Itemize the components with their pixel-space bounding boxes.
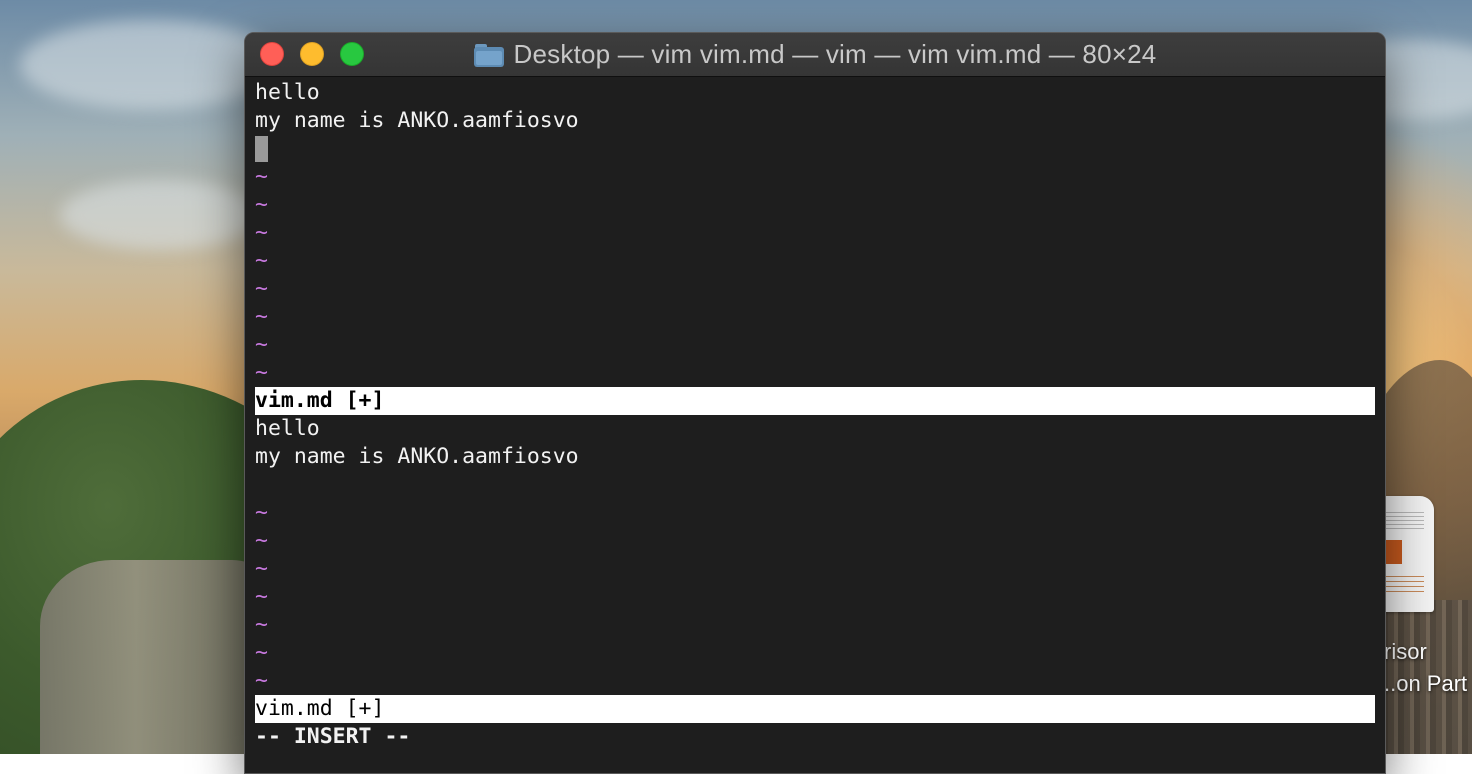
buffer-line[interactable]: hello xyxy=(255,415,320,443)
cloud xyxy=(20,20,280,110)
buffer-line[interactable]: hello xyxy=(255,79,320,107)
empty-line-marker: ~ xyxy=(255,220,268,245)
empty-line-marker: ~ xyxy=(255,304,268,329)
empty-line-marker: ~ xyxy=(255,332,268,357)
buffer-line[interactable]: my name is ANKO.aamfiosvo xyxy=(255,443,579,471)
empty-line-marker: ~ xyxy=(255,500,268,525)
window-title: Desktop — vim vim.md — vim — vim vim.md … xyxy=(513,39,1157,69)
empty-line-marker: ~ xyxy=(255,556,268,581)
terminal-content[interactable]: hello my name is ANKO.aamfiosvo ~ ~ ~ ~ … xyxy=(255,79,1375,773)
document-icon xyxy=(1378,496,1434,612)
window-title-area: Desktop — vim vim.md — vim — vim vim.md … xyxy=(245,33,1385,76)
status-line-active[interactable]: vim.md [+] xyxy=(255,387,1375,415)
desktop-file-label[interactable]: risor ..on Part xyxy=(1384,636,1472,700)
empty-line-marker: ~ xyxy=(255,640,268,665)
desktop-file-label-line2: ..on Part xyxy=(1384,671,1468,696)
buffer-line-cursor[interactable] xyxy=(255,135,268,163)
cloud xyxy=(60,180,260,250)
empty-line-marker: ~ xyxy=(255,584,268,609)
empty-line-marker: ~ xyxy=(255,192,268,217)
folder-icon xyxy=(473,43,504,67)
desktop-file-icon[interactable] xyxy=(1378,496,1434,614)
mode-indicator: -- INSERT -- xyxy=(255,724,411,749)
empty-line-marker: ~ xyxy=(255,164,268,189)
status-line-inactive[interactable]: vim.md [+] xyxy=(255,695,1375,723)
empty-line-marker: ~ xyxy=(255,612,268,637)
window-titlebar[interactable]: Desktop — vim vim.md — vim — vim vim.md … xyxy=(245,33,1385,77)
document-thumbnail xyxy=(1384,540,1402,564)
empty-line-marker: ~ xyxy=(255,360,268,385)
empty-line-marker: ~ xyxy=(255,668,268,693)
terminal-window[interactable]: Desktop — vim vim.md — vim — vim vim.md … xyxy=(244,32,1386,774)
document-text-lines xyxy=(1384,576,1424,596)
desktop-file-label-line1: risor xyxy=(1384,639,1427,664)
empty-line-marker: ~ xyxy=(255,276,268,301)
document-text-lines xyxy=(1384,512,1424,532)
empty-line-marker: ~ xyxy=(255,528,268,553)
buffer-line[interactable]: my name is ANKO.aamfiosvo xyxy=(255,107,579,135)
text-cursor xyxy=(255,136,268,162)
empty-line-marker: ~ xyxy=(255,248,268,273)
